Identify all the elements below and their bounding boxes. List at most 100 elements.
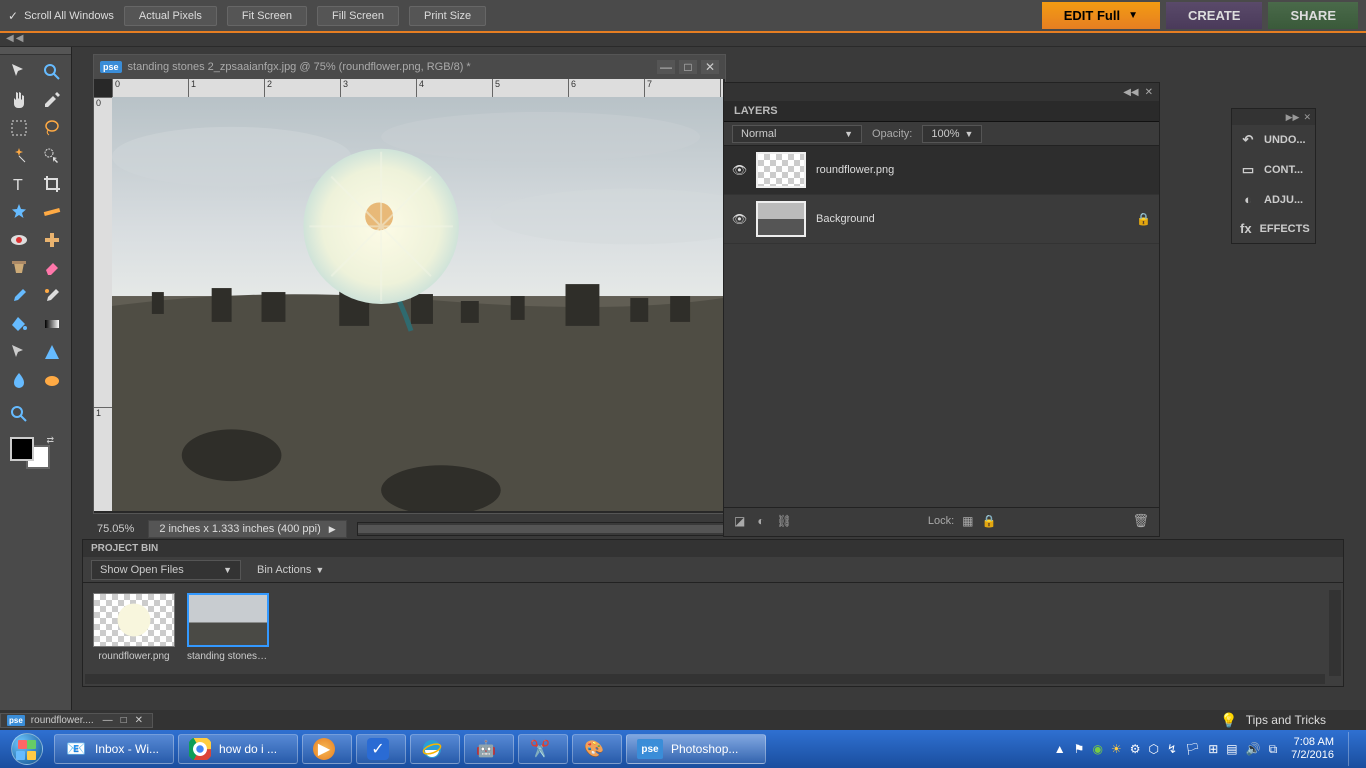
foreground-color-swatch[interactable] — [10, 437, 34, 461]
layer-name[interactable]: Background — [816, 213, 1126, 225]
tray-icon[interactable]: ⊞ — [1208, 742, 1218, 756]
tray-icon[interactable]: 🏳 — [1185, 742, 1200, 756]
healing-brush-tool-icon[interactable] — [37, 227, 67, 253]
delete-layer-icon[interactable]: 🗑 — [1132, 513, 1149, 529]
tray-icon[interactable]: ⧉ — [1269, 742, 1278, 757]
cookie-cutter-tool-icon[interactable] — [4, 199, 34, 225]
close-icon[interactable]: ✕ — [132, 715, 146, 726]
document-titlebar[interactable]: pse standing stones 2_zpsaaianfgx.jpg @ … — [94, 55, 725, 79]
visibility-toggle-icon[interactable]: 👁 — [732, 212, 746, 226]
move-tool-icon[interactable] — [4, 59, 34, 85]
bin-item[interactable]: standing stones_... — [187, 593, 269, 662]
blend-mode-select[interactable]: Normal ▼ — [732, 125, 862, 143]
tray-icon[interactable]: ⚙ — [1130, 742, 1141, 756]
adjustments-panel-button[interactable]: ◐ ADJU... — [1232, 185, 1315, 214]
sponge-tool-icon[interactable] — [37, 367, 67, 393]
taskbar-item-photoshop[interactable]: pse Photoshop... — [626, 734, 766, 764]
bin-horizontal-scrollbar[interactable] — [85, 674, 1325, 684]
actual-pixels-button[interactable]: Actual Pixels — [124, 6, 217, 26]
doc-tab-arrows[interactable]: ◀◀ — [6, 33, 25, 44]
close-icon[interactable]: ✕ — [701, 60, 719, 74]
show-files-select[interactable]: Show Open Files ▼ — [91, 560, 241, 580]
tray-icon[interactable]: ▤ — [1226, 742, 1237, 756]
lock-transparent-icon[interactable]: ▦ — [962, 514, 973, 528]
layer-name[interactable]: roundflower.png — [816, 164, 1151, 176]
blur-tool-icon[interactable] — [4, 367, 34, 393]
fill-screen-button[interactable]: Fill Screen — [317, 6, 399, 26]
fit-screen-button[interactable]: Fit Screen — [227, 6, 307, 26]
volume-icon[interactable]: 🔊 — [1246, 742, 1261, 756]
tray-icon[interactable]: ↯ — [1167, 742, 1177, 756]
brush-tool-icon[interactable] — [4, 283, 34, 309]
taskbar-item-paint[interactable]: 🎨 — [572, 734, 622, 764]
palette-grip[interactable] — [0, 47, 71, 55]
zoom-tool-icon[interactable] — [37, 59, 67, 85]
color-swatches[interactable]: ⇄ — [10, 437, 50, 469]
tab-create[interactable]: CREATE — [1166, 2, 1262, 29]
panel-close-icon[interactable]: ✕ — [1145, 87, 1153, 98]
quick-selection-tool-icon[interactable] — [37, 143, 67, 169]
tray-icon[interactable]: ◉ — [1092, 742, 1102, 756]
visibility-toggle-icon[interactable]: 👁 — [732, 163, 746, 177]
adjustment-layer-icon[interactable]: ◐ — [757, 514, 764, 528]
tab-edit-full[interactable]: EDIT Full ▼ — [1042, 2, 1160, 29]
hand-tool-icon[interactable] — [4, 87, 34, 113]
zoom-tool-2-icon[interactable] — [4, 401, 34, 427]
taskbar-item-media-player[interactable]: ▶ — [302, 734, 352, 764]
marquee-tool-icon[interactable] — [4, 115, 34, 141]
taskbar-item-app6[interactable]: 🤖 — [464, 734, 514, 764]
show-desktop-button[interactable] — [1348, 732, 1358, 766]
bin-thumbnail[interactable] — [93, 593, 175, 647]
bin-thumbnail[interactable] — [187, 593, 269, 647]
maximize-icon[interactable]: □ — [679, 60, 697, 74]
horizontal-ruler[interactable] — [112, 79, 723, 97]
tray-icon[interactable]: ☀ — [1111, 742, 1122, 756]
shape-selection-tool-icon[interactable] — [4, 339, 34, 365]
eraser-tool-icon[interactable] — [37, 255, 67, 281]
taskbar-clock[interactable]: 7:08 AM 7/2/2016 — [1285, 736, 1340, 762]
bin-vertical-scrollbar[interactable] — [1329, 590, 1341, 676]
eyedropper-tool-icon[interactable] — [37, 87, 67, 113]
taskbar-item-chrome[interactable]: how do i ... — [178, 734, 298, 764]
custom-shape-tool-icon[interactable] — [37, 339, 67, 365]
panel-collapse-icon[interactable]: ◀◀ — [1123, 87, 1138, 98]
bin-item[interactable]: roundflower.png — [93, 593, 175, 662]
start-button[interactable] — [4, 732, 50, 766]
smart-brush-tool-icon[interactable] — [37, 283, 67, 309]
taskbar-item-ie[interactable] — [410, 734, 460, 764]
layer-thumbnail[interactable] — [756, 152, 806, 188]
lasso-tool-icon[interactable] — [37, 115, 67, 141]
crop-tool-icon[interactable] — [37, 171, 67, 197]
clone-stamp-tool-icon[interactable] — [4, 255, 34, 281]
maximize-icon[interactable]: □ — [118, 715, 130, 726]
new-layer-icon[interactable]: ◪ — [734, 514, 745, 528]
vertical-ruler[interactable] — [94, 97, 112, 511]
tray-icon[interactable]: ⬡ — [1148, 742, 1158, 756]
tray-overflow-icon[interactable]: ▲ — [1054, 742, 1066, 756]
lock-all-icon[interactable]: 🔒 — [982, 514, 997, 528]
zoom-readout[interactable]: 75.05% — [93, 523, 138, 535]
bin-actions-menu[interactable]: Bin Actions ▼ — [257, 564, 324, 576]
taskbar-item-app4[interactable]: ✓ — [356, 734, 406, 764]
minimized-document-tab[interactable]: pse roundflower.... — □ ✕ — [0, 713, 153, 728]
layer-thumbnail[interactable] — [756, 201, 806, 237]
panel-close-icon[interactable]: ✕ — [1303, 112, 1311, 123]
undo-history-button[interactable]: ↶ UNDO... — [1232, 125, 1315, 155]
scroll-all-windows-checkbox[interactable]: ✓ Scroll All Windows — [8, 9, 114, 23]
type-tool-icon[interactable]: T — [4, 171, 34, 197]
opacity-input[interactable]: 100% ▼ — [922, 125, 982, 143]
paint-bucket-tool-icon[interactable] — [4, 311, 34, 337]
layer-row[interactable]: 👁 Background 🔒 — [724, 195, 1159, 244]
document-info[interactable]: 2 inches x 1.333 inches (400 ppi) ▶ — [148, 520, 346, 538]
layer-row[interactable]: 👁 roundflower.png — [724, 146, 1159, 195]
red-eye-tool-icon[interactable] — [4, 227, 34, 253]
magic-wand-tool-icon[interactable] — [4, 143, 34, 169]
content-panel-button[interactable]: ▭ CONT... — [1232, 155, 1315, 185]
gradient-tool-icon[interactable] — [37, 311, 67, 337]
tray-icon[interactable]: ⚑ — [1074, 742, 1085, 756]
panel-collapse-icon[interactable]: ▶▶ — [1286, 112, 1300, 123]
link-layers-icon[interactable]: ⛓ — [777, 514, 792, 528]
minimize-icon[interactable]: — — [100, 715, 116, 726]
tips-button[interactable]: 💡 Tips and Tricks — [1220, 712, 1326, 729]
document-scrollbar[interactable] — [357, 522, 726, 536]
